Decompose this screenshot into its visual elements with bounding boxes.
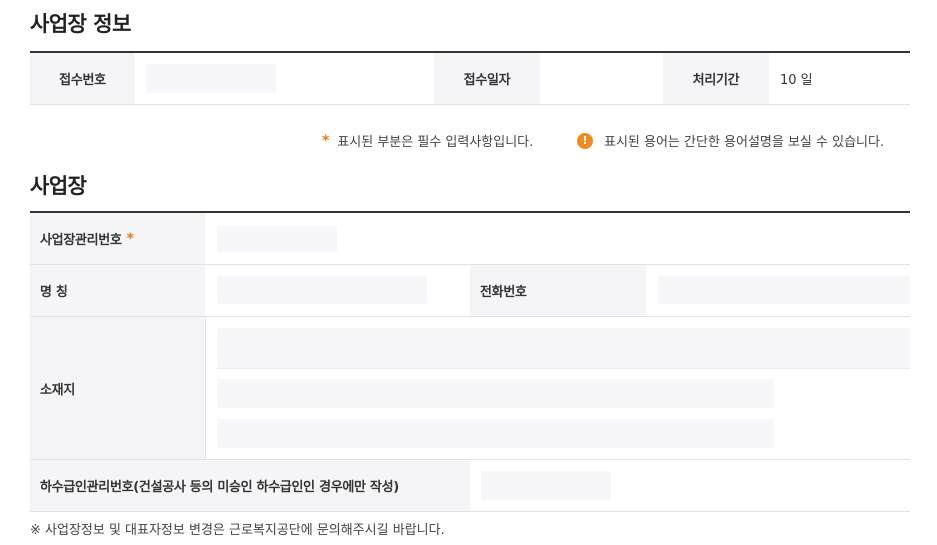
exclamation-icon: ! [577,132,593,149]
receipt-no-label-text: 접수번호 [59,73,106,88]
section-title-business: 사업장 [30,174,87,198]
required-note: * 표시된 부분은 필수 입력사항입니다. [322,131,534,151]
mgmt-no-field[interactable] [217,226,337,252]
name-label-text: 명 칭 [40,285,68,300]
phone-label: 전화번호 [470,265,646,316]
address-line2-field[interactable] [217,419,774,448]
processing-period-value: 10 일 [780,73,813,88]
footnote: ※ 사업장정보 및 대표자정보 변경은 근로복지공단에 문의해주시길 바랍니다. [30,523,445,538]
info-note-text: 표시된 용어는 간단한 용어설명을 보실 수 있습니다. [604,135,885,150]
address-label-text: 소재지 [40,382,75,398]
processing-period-label-text: 처리기간 [692,73,740,88]
address-sub-divider [217,368,910,369]
row-divider [30,511,910,512]
cell-divider [205,317,206,459]
receipt-no-label: 접수번호 [30,53,135,104]
section-title-business-info: 사업장 정보 [30,12,131,36]
processing-period-label: 처리기간 [663,53,769,104]
required-star-icon: * [126,230,134,247]
info-note: ! 표시된 용어는 간단한 용어설명을 보실 수 있습니다. [577,131,884,150]
subcontractor-no-field[interactable] [481,471,611,500]
subcontractor-no-label: 하수급인관리번호(건설공사 등의 미승인 하수급인인 경우에만 작성) [30,460,470,511]
name-label: 명 칭 [30,265,205,316]
subcontractor-no-label-text: 하수급인관리번호(건설공사 등의 미승인 하수급인인 경우에만 작성) [40,480,399,495]
receipt-date-label: 접수일자 [434,53,540,104]
required-note-text: 표시된 부분은 필수 입력사항입니다. [337,135,534,150]
phone-label-text: 전화번호 [480,285,527,300]
phone-field[interactable] [658,276,910,304]
address-label: 소재지 [30,317,205,459]
required-star-icon: * [322,132,330,149]
receipt-no-value [146,64,276,93]
mgmt-no-label: 사업장관리번호 * [30,213,205,264]
mgmt-no-label-text: 사업장관리번호 [40,233,122,248]
receipt-date-label-text: 접수일자 [463,73,511,88]
name-field[interactable] [217,276,427,304]
address-line1-field[interactable] [217,379,774,408]
row-divider [30,104,910,105]
address-zipcode-field[interactable] [217,328,910,368]
